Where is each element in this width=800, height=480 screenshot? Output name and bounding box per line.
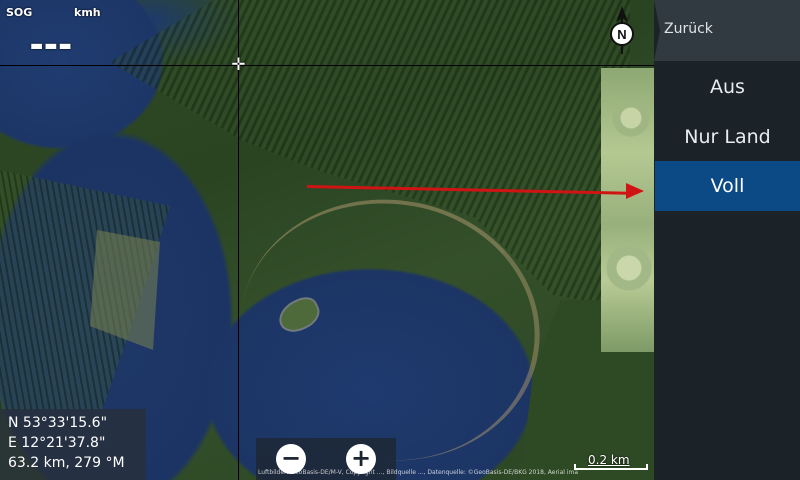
scale-bar-graphic: [574, 464, 648, 470]
compass-label: N: [617, 27, 626, 42]
menu-item-aus[interactable]: Aus: [655, 62, 800, 112]
sog-unit: kmh: [74, 6, 101, 19]
position-readout: N 53°33'15.6" E 12°21'37.8" 63.2 km, 279…: [0, 409, 146, 480]
map-attribution: Luftbilder: GeoBasis-DE/M-V, Copyright .…: [258, 469, 578, 476]
north-compass-icon[interactable]: N: [609, 6, 635, 56]
back-button-label: Zurück: [664, 21, 713, 37]
latitude-text: N 53°33'15.6": [8, 415, 108, 431]
menu-item-nur-land[interactable]: Nur Land: [655, 112, 800, 162]
overlay-preview-strip: [601, 68, 654, 352]
sog-label: SOG: [6, 6, 33, 19]
sog-value: ▬▬▬: [30, 38, 73, 54]
range-bearing-text: 63.2 km, 279 °M: [8, 455, 125, 471]
back-button[interactable]: Zurück: [654, 0, 800, 61]
scale-bar: 0.2 km: [574, 452, 648, 472]
crosshair-horizontal-line: [0, 65, 654, 66]
satellite-map[interactable]: ✛ SOG kmh ▬▬▬ N N 53°33'15.6" E 12°21'37…: [0, 0, 654, 480]
menu-panel: Zurück Aus Nur Land Voll: [654, 0, 800, 480]
menu-item-voll[interactable]: Voll: [655, 161, 800, 211]
longitude-text: E 12°21'37.8": [8, 435, 106, 451]
annotation-arrow-head: [626, 183, 644, 199]
cursor-cross-icon[interactable]: ✛: [230, 57, 247, 74]
